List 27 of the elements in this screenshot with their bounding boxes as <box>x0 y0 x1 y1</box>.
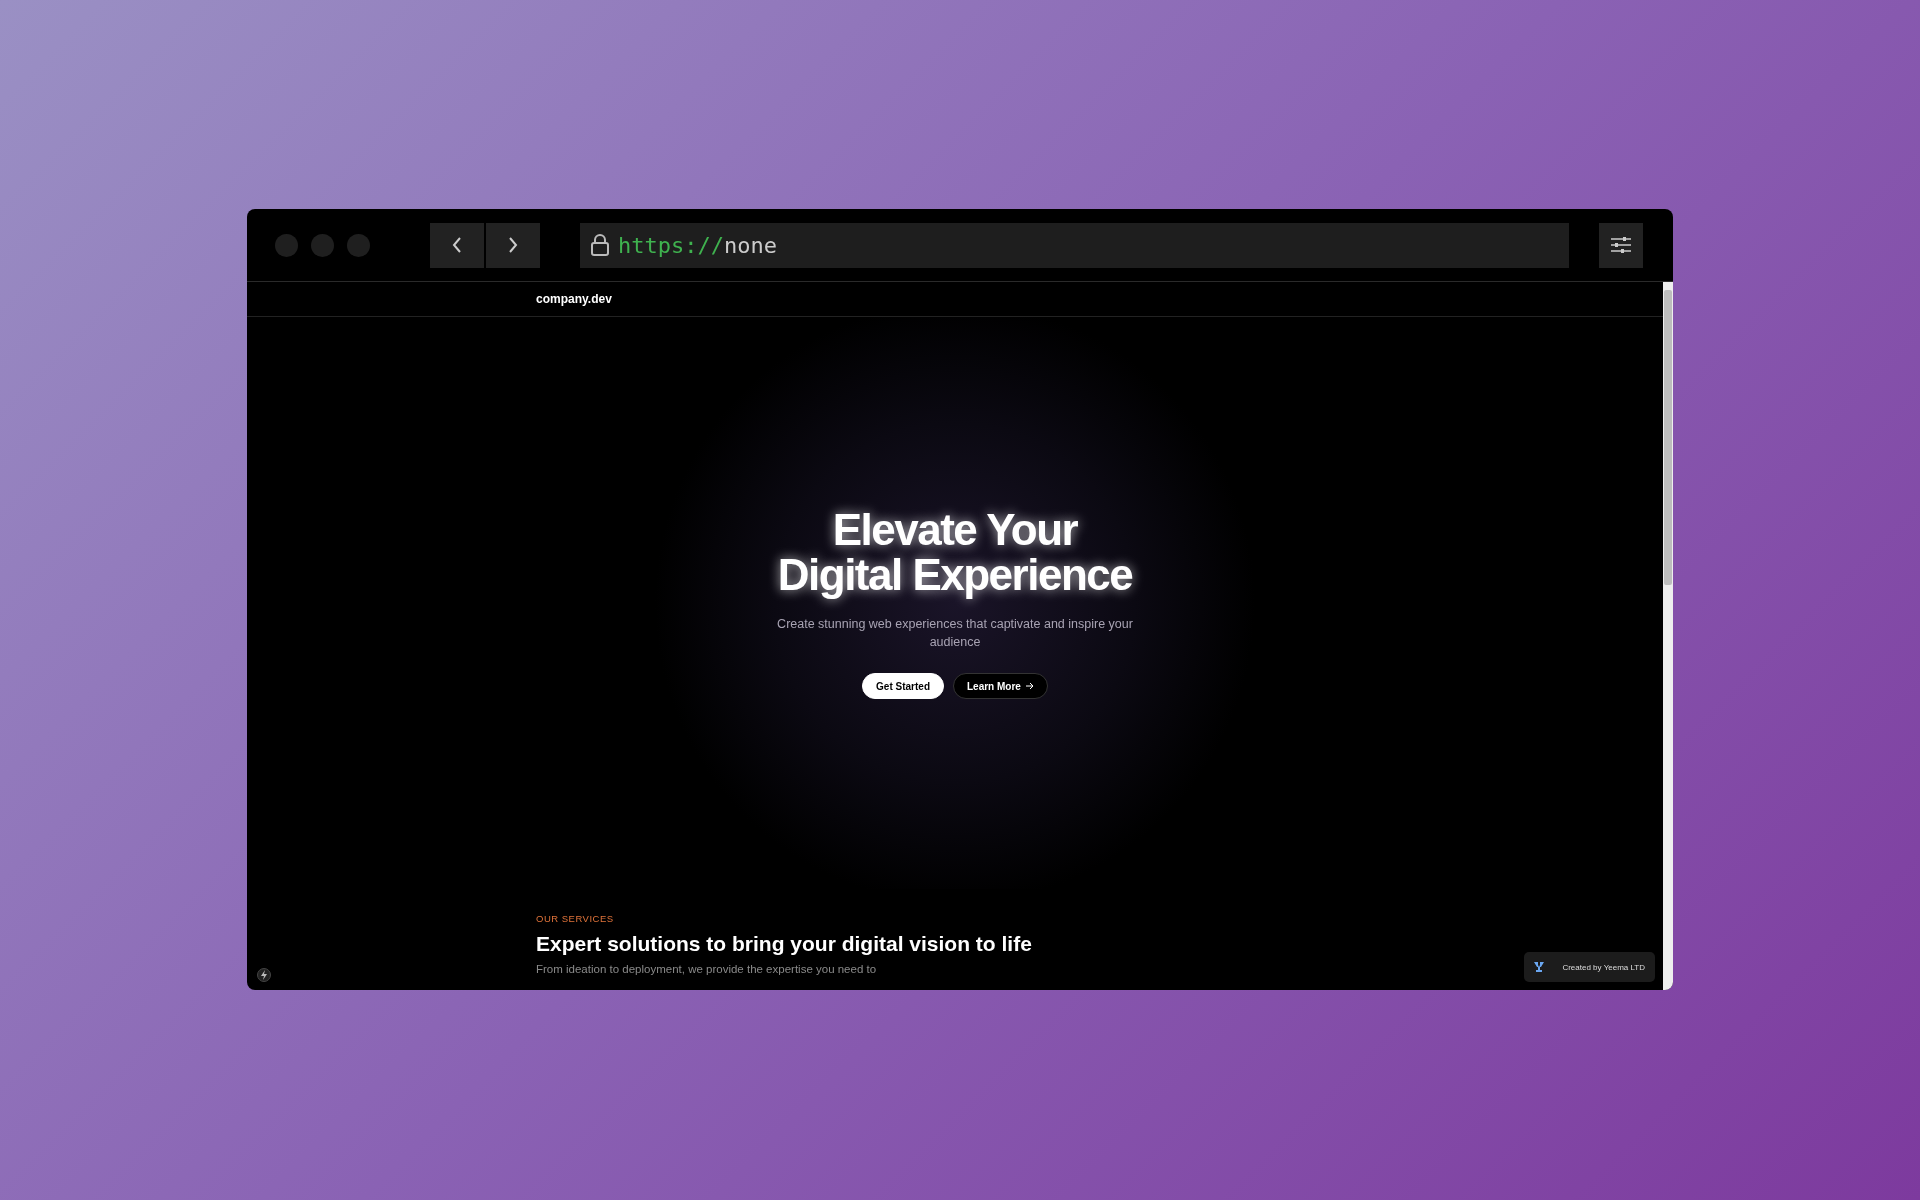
hero-subtitle: Create stunning web experiences that captivate and inspire your audience <box>776 616 1134 651</box>
window-control[interactable] <box>347 233 370 257</box>
badge-label: Created by Yeema LTD <box>1562 962 1645 972</box>
window-control[interactable] <box>275 233 298 257</box>
scrollbar[interactable] <box>1663 282 1673 990</box>
section-description: From ideation to deployment, we provide the expertise you need to <box>536 962 877 976</box>
settings-icon <box>1610 236 1632 254</box>
lightning-icon <box>260 970 268 980</box>
address-bar[interactable]: https://none <box>580 222 1569 268</box>
back-button[interactable] <box>430 222 484 268</box>
trophy-icon <box>1534 961 1545 973</box>
section-heading: Expert solutions to bring your digital vision to life <box>536 932 1032 956</box>
forward-icon <box>507 236 519 254</box>
scrollbar-thumb[interactable] <box>1664 290 1672 585</box>
section-eyebrow: OUR SERVICES <box>536 913 614 924</box>
hero-title: Elevate Your Digital Experience <box>777 507 1133 597</box>
settings-button[interactable] <box>1599 222 1643 268</box>
forward-button[interactable] <box>486 222 540 268</box>
lightning-button[interactable] <box>257 968 271 982</box>
arrow-icon <box>1025 682 1034 690</box>
lock-icon <box>590 233 610 257</box>
site-logo[interactable]: company.dev <box>536 292 612 306</box>
learn-more-button[interactable]: Learn More <box>953 673 1048 699</box>
back-icon <box>451 236 463 254</box>
credit-badge[interactable]: Created by Yeema LTD <box>1524 952 1655 982</box>
window-control[interactable] <box>311 233 334 257</box>
get-started-button[interactable]: Get Started <box>862 673 944 699</box>
